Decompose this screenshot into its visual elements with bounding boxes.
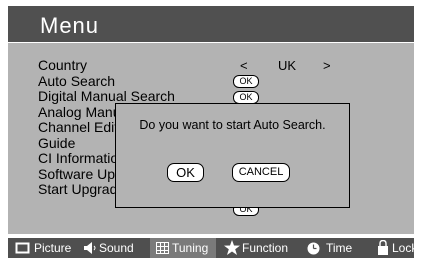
tab-time[interactable]: Time [304, 238, 370, 258]
menu-item-country[interactable]: Country [38, 57, 180, 74]
tab-tuning-label: Tuning [172, 241, 209, 255]
lock-icon [378, 240, 388, 255]
tab-tuning[interactable]: Tuning [150, 238, 216, 258]
tab-picture-label: Picture [34, 241, 72, 255]
auto-search-dialog: Do you want to start Auto Search. OK CAN… [115, 103, 350, 208]
menu-item-auto-search[interactable]: Auto Search [38, 73, 180, 90]
dialog-ok-button[interactable]: OK [167, 163, 204, 182]
tab-lock[interactable]: Lock [370, 238, 418, 258]
grid-icon [156, 242, 169, 254]
category-tab-bar: Picture Sound Tuning Function Time Lock [8, 238, 418, 258]
clock-icon [307, 242, 320, 255]
country-selector[interactable]: < UK > [232, 58, 342, 73]
tab-function[interactable]: Function [218, 238, 302, 258]
tab-lock-label: Lock [392, 241, 418, 255]
speaker-icon [84, 242, 96, 254]
dialog-message: Do you want to start Auto Search. [139, 118, 326, 132]
title-bar: Menu [8, 6, 414, 42]
tab-picture[interactable]: Picture [8, 238, 82, 258]
country-prev-arrow[interactable]: < [240, 58, 248, 73]
auto-search-ok-button[interactable]: OK [233, 75, 259, 88]
star-icon [224, 240, 240, 255]
country-next-arrow[interactable]: > [323, 58, 331, 73]
tab-sound[interactable]: Sound [82, 238, 150, 258]
title-divider [8, 42, 414, 43]
tab-function-label: Function [242, 241, 289, 255]
tab-sound-label: Sound [99, 241, 134, 255]
picture-icon [15, 242, 30, 254]
tab-time-label: Time [326, 241, 353, 255]
dialog-cancel-button[interactable]: CANCEL [232, 163, 290, 182]
page-title: Menu [40, 13, 100, 38]
country-value: UK [278, 58, 297, 73]
